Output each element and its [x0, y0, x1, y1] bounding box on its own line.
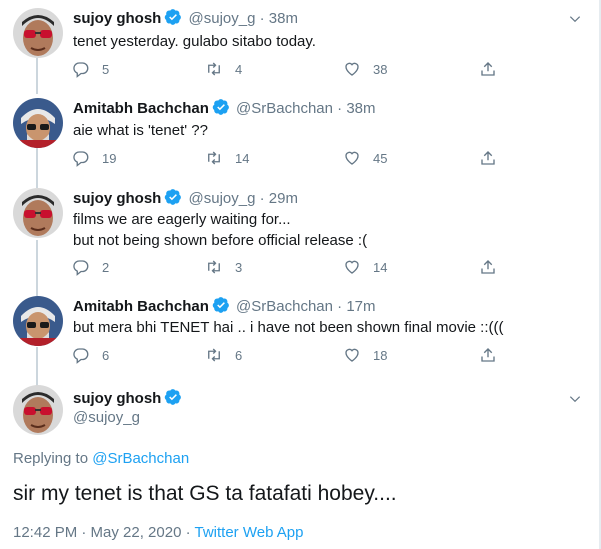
tweet-time[interactable]: 38m: [269, 10, 298, 27]
retweet-button[interactable]: 3: [205, 258, 242, 276]
avatar-amitabh-image: [13, 296, 63, 346]
author-handle[interactable]: @sujoy_g: [189, 190, 256, 207]
avatar-sujoy-image: [13, 385, 63, 435]
share-icon: [481, 151, 495, 165]
separator: ·: [337, 100, 343, 117]
reply-count: 5: [102, 61, 110, 77]
retweet-icon: [208, 260, 220, 274]
heart-icon: [345, 151, 359, 165]
author-handle[interactable]: @sujoy_g: [189, 10, 256, 27]
tweet-meta: 12:42 PM · May 22, 2020 · Twitter Web Ap…: [13, 524, 303, 541]
author-handle[interactable]: @SrBachchan: [236, 298, 333, 315]
verified-badge-icon: [212, 98, 230, 122]
tweet-text-line: but mera bhi TENET hai .. i have not bee…: [73, 319, 504, 336]
separator: ·: [337, 298, 343, 315]
reply-button[interactable]: 5: [72, 60, 109, 78]
retweet-button[interactable]: 6: [205, 346, 242, 364]
reply-button[interactable]: 19: [72, 149, 116, 167]
like-button[interactable]: 38: [343, 60, 387, 78]
reply-icon: [73, 62, 89, 78]
avatar-sujoy-image: [13, 8, 63, 58]
heart-icon: [345, 62, 359, 76]
tweet[interactable]: Amitabh Bachchan @SrBachchan · 38m aie w…: [0, 88, 601, 178]
like-count: 18: [373, 347, 388, 363]
reply-button[interactable]: 6: [72, 346, 109, 364]
share-button[interactable]: [479, 258, 497, 276]
replying-to: Replying to @SrBachchan: [13, 450, 189, 467]
avatar[interactable]: [13, 8, 63, 58]
separator: ·: [259, 190, 265, 207]
tweet-time[interactable]: 38m: [346, 100, 375, 117]
tweet[interactable]: sujoy ghosh @sujoy_g · 38m tenet yesterd…: [0, 0, 601, 88]
verified-badge-icon: [164, 388, 182, 410]
replying-to-link[interactable]: @SrBachchan: [92, 450, 189, 467]
tweet-time[interactable]: 29m: [269, 190, 298, 207]
focused-tweet-text: sir my tenet is that GS ta fatafati hobe…: [13, 482, 397, 505]
like-button[interactable]: 14: [343, 258, 387, 276]
tweet-source-link[interactable]: Twitter Web App: [195, 524, 304, 541]
like-count: 14: [373, 259, 388, 275]
heart-icon: [345, 348, 359, 362]
reply-button[interactable]: 2: [72, 258, 109, 276]
tweet-text-line: tenet yesterday. gulabo sitabo today.: [73, 33, 316, 50]
share-icon: [481, 348, 495, 362]
share-button[interactable]: [479, 149, 497, 167]
replying-prefix: Replying to: [13, 450, 89, 467]
reply-icon: [73, 151, 89, 167]
author-name[interactable]: Amitabh Bachchan: [73, 298, 209, 315]
like-button[interactable]: 18: [343, 346, 387, 364]
author-handle[interactable]: @sujoy_g: [73, 409, 140, 426]
like-count: 45: [373, 150, 388, 166]
like-button[interactable]: 45: [343, 149, 387, 167]
share-button[interactable]: [479, 346, 497, 364]
separator: ·: [259, 10, 265, 27]
share-icon: [481, 260, 495, 274]
avatar-sujoy-image: [13, 188, 63, 238]
avatar[interactable]: [13, 385, 63, 435]
retweet-count: 14: [235, 150, 250, 166]
tweet-time[interactable]: 17m: [346, 298, 375, 315]
retweet-count: 4: [235, 61, 243, 77]
share-button[interactable]: [479, 60, 497, 78]
author-name[interactable]: sujoy ghosh: [73, 10, 161, 27]
author-name-row: sujoy ghosh: [73, 388, 184, 410]
tweet-text-line: but not being shown before official rele…: [73, 232, 368, 249]
retweet-button[interactable]: 14: [205, 149, 249, 167]
retweet-count: 6: [235, 347, 243, 363]
tweet[interactable]: Amitabh Bachchan @SrBachchan · 17m but m…: [0, 286, 601, 376]
reply-count: 6: [102, 347, 110, 363]
share-icon: [481, 62, 495, 76]
tweet-timestamp[interactable]: 12:42 PM · May 22, 2020 ·: [13, 524, 195, 541]
retweet-icon: [208, 62, 220, 76]
reply-icon: [73, 260, 89, 276]
reply-icon: [73, 348, 89, 364]
chevron-down-icon[interactable]: [568, 392, 582, 406]
author-name[interactable]: Amitabh Bachchan: [73, 100, 209, 117]
tweet[interactable]: sujoy ghosh @sujoy_g · 29m films we are …: [0, 178, 601, 286]
verified-badge-icon: [164, 8, 182, 32]
retweet-icon: [208, 348, 220, 362]
avatar[interactable]: [13, 98, 63, 148]
avatar[interactable]: [13, 188, 63, 238]
author-name[interactable]: sujoy ghosh: [73, 190, 161, 207]
tweet-text-line: films we are eagerly waiting for...: [73, 211, 291, 228]
author-handle[interactable]: @SrBachchan: [236, 100, 333, 117]
tweet-text-line: aie what is 'tenet' ??: [73, 122, 208, 139]
reply-count: 2: [102, 259, 110, 275]
avatar-amitabh-image: [13, 98, 63, 148]
heart-icon: [345, 260, 359, 274]
avatar[interactable]: [13, 296, 63, 346]
like-count: 38: [373, 61, 388, 77]
reply-count: 19: [102, 150, 117, 166]
retweet-icon: [208, 151, 220, 165]
retweet-count: 3: [235, 259, 243, 275]
author-name[interactable]: sujoy ghosh: [73, 390, 161, 407]
retweet-button[interactable]: 4: [205, 60, 242, 78]
chevron-down-icon[interactable]: [568, 12, 582, 26]
